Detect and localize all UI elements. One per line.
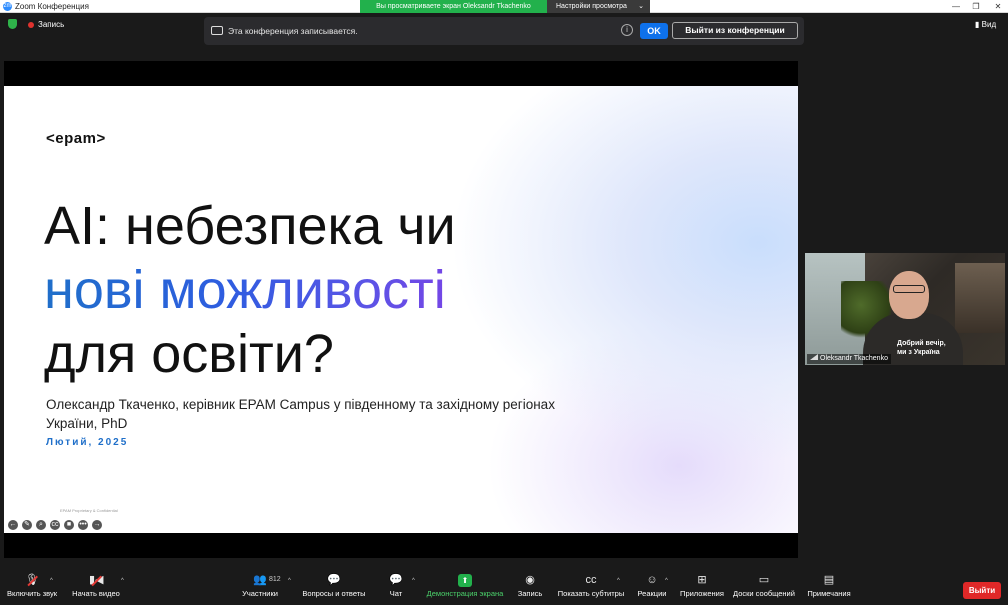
share-screen-icon: ⬆ xyxy=(458,574,472,587)
whiteboard-icon: ▭ xyxy=(758,574,770,586)
participants-count: 812 xyxy=(269,576,281,583)
meeting-toolbar: 🎙 Включить звук ^ ▮◀ Начать видео ^ 👥 Уч… xyxy=(0,570,1008,605)
participants-icon: 👥 xyxy=(253,574,267,586)
notes-label: Примечания xyxy=(807,589,851,598)
show-captions-button[interactable]: cc Показать субтитры xyxy=(556,574,626,598)
previous-slide-icon[interactable]: ← xyxy=(8,520,18,530)
slide-annotation-toolbar: ← ✎ ⌕ cc ■ ••• → xyxy=(8,520,102,531)
video-options-caret[interactable]: ^ xyxy=(121,578,124,584)
camera-recording-icon xyxy=(211,26,223,35)
slide-footer: EPAM Proprietary & Confidential xyxy=(60,508,118,513)
meeting-topbar: Запись Эта конференция записывается. i O… xyxy=(0,13,1008,61)
start-video-button[interactable]: ▮◀ Начать видео xyxy=(70,574,122,598)
signal-strength-icon xyxy=(810,354,818,360)
slide-title-highlight: нові можливості xyxy=(44,260,446,320)
captions-icon: cc xyxy=(585,574,597,586)
maximize-button[interactable]: ❐ xyxy=(966,0,986,13)
slide-date: Лютий, 2025 xyxy=(46,437,129,448)
zoom-icon[interactable]: ⌕ xyxy=(36,520,46,530)
leave-conference-button[interactable]: Выйти из конференции xyxy=(672,22,798,39)
pen-icon[interactable]: ✎ xyxy=(22,520,32,530)
recording-notice-banner: Эта конференция записывается. i OK Выйти… xyxy=(204,17,804,45)
slide-title-line1: AI: небезпека чи xyxy=(44,196,456,256)
share-screen-button[interactable]: ⬆ Демонстрация экрана xyxy=(424,574,506,598)
reactions-button[interactable]: ☺ Реакции xyxy=(636,574,668,598)
share-screen-label: Демонстрация экрана xyxy=(426,589,504,598)
screen-share-banner: Вы просматриваете экран Oleksandr Tkache… xyxy=(360,0,547,13)
unmute-label: Включить звук xyxy=(6,589,58,598)
more-options-icon[interactable]: ••• xyxy=(78,520,88,530)
microphone-muted-icon: 🎙 xyxy=(25,574,39,586)
qa-button[interactable]: 💬 Вопросы и ответы xyxy=(300,574,368,598)
notes-icon: ▤ xyxy=(823,574,835,586)
chat-label: Чат xyxy=(389,589,403,598)
participant-head xyxy=(889,271,929,319)
minimize-button[interactable]: — xyxy=(946,0,966,13)
captions-options-caret[interactable]: ^ xyxy=(617,578,620,584)
window-title: Zoom Конференция xyxy=(15,2,89,11)
participant-shirt-text: Добрий вечір, ми з Україна xyxy=(897,340,946,356)
start-video-label: Начать видео xyxy=(72,589,120,598)
participant-name-label: Oleksandr Tkachenko xyxy=(807,354,891,364)
captions-icon[interactable]: cc xyxy=(50,520,60,530)
reactions-options-caret[interactable]: ^ xyxy=(665,578,668,584)
chat-options-caret[interactable]: ^ xyxy=(412,578,415,584)
view-options-dropdown[interactable]: Настройки просмотра ⌄ xyxy=(547,0,650,13)
notes-button[interactable]: ▤ Примечания xyxy=(806,574,852,598)
camera-icon[interactable]: ■ xyxy=(64,520,74,530)
record-icon: ◉ xyxy=(525,574,535,586)
whiteboards-label: Доски сообщений xyxy=(733,589,795,598)
video-background-shelf xyxy=(955,263,1005,333)
epam-logo: <epam> xyxy=(46,130,106,147)
participant-video-tile[interactable]: Добрий вечір, ми з Україна Oleksandr Tka… xyxy=(805,253,1005,365)
slide-title-line2: нові можливості xyxy=(44,258,456,322)
view-button-label: Вид xyxy=(981,20,997,29)
qa-label: Вопросы и ответы xyxy=(302,589,366,598)
grid-view-icon: ▮ xyxy=(975,20,980,29)
apps-label: Приложения xyxy=(680,589,724,598)
whiteboards-button[interactable]: ▭ Доски сообщений xyxy=(731,574,797,598)
leave-meeting-button[interactable]: Выйти xyxy=(963,582,1001,599)
view-button[interactable]: ▮ Вид xyxy=(975,19,996,31)
ok-button[interactable]: OK xyxy=(640,23,668,39)
next-slide-icon[interactable]: → xyxy=(92,520,102,530)
video-off-icon: ▮◀ xyxy=(89,574,104,586)
slide-title-line3: для освіти? xyxy=(44,324,334,384)
participants-options-caret[interactable]: ^ xyxy=(288,578,291,584)
chevron-down-icon: ⌄ xyxy=(638,3,644,10)
reactions-icon: ☺ xyxy=(646,574,658,586)
close-window-button[interactable]: ✕ xyxy=(988,0,1008,13)
view-options-label: Настройки просмотра xyxy=(556,3,627,10)
qa-icon: 💬 xyxy=(327,574,341,586)
show-captions-label: Показать субтитры xyxy=(557,589,625,598)
recording-notice-text: Эта конференция записывается. xyxy=(228,26,358,36)
recording-indicator[interactable]: Запись xyxy=(38,19,64,31)
presentation-slide: <epam> AI: небезпека чи нові можливості … xyxy=(4,86,798,533)
apps-icon: ⊞ xyxy=(697,574,707,586)
apps-button[interactable]: ⊞ Приложения xyxy=(679,574,725,598)
window-titlebar: zm Zoom Конференция Вы просматриваете эк… xyxy=(0,0,1008,13)
chat-button[interactable]: 💬 Чат xyxy=(384,574,408,598)
slide-title: AI: небезпека чи нові можливості для осв… xyxy=(44,194,456,386)
participants-label: Участники xyxy=(242,589,278,598)
record-label: Запись xyxy=(517,589,543,598)
shield-icon[interactable] xyxy=(8,19,17,29)
audio-options-caret[interactable]: ^ xyxy=(50,578,53,584)
chat-icon: 💬 xyxy=(389,574,403,586)
recording-dot-icon xyxy=(28,22,34,28)
info-icon[interactable]: i xyxy=(621,24,633,36)
record-button[interactable]: ◉ Запись xyxy=(515,574,545,598)
slide-author: Олександр Ткаченко, керівник EPAM Campus… xyxy=(46,397,555,431)
participant-glasses xyxy=(893,285,925,293)
participant-name: Oleksandr Tkachenko xyxy=(820,355,888,362)
reactions-label: Реакции xyxy=(637,589,667,598)
zoom-app-icon: zm xyxy=(3,2,12,11)
